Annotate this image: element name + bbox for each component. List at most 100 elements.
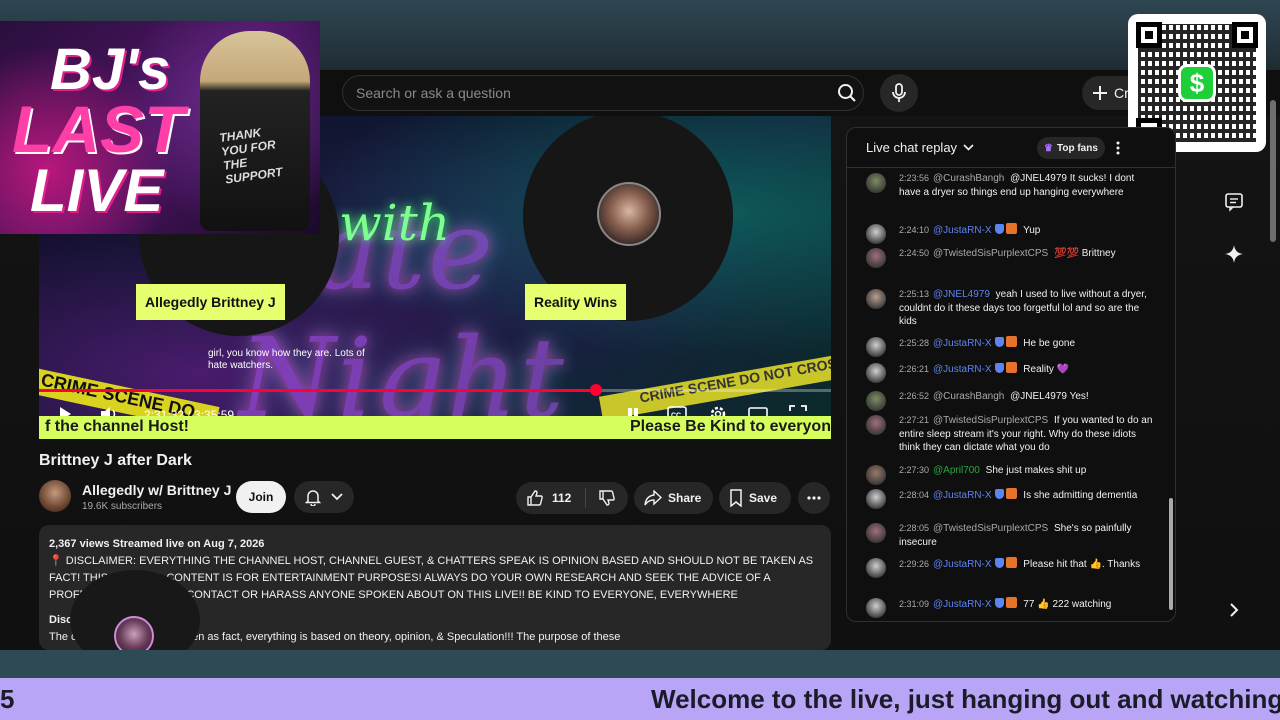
- moderator-badge-icon: [994, 363, 1004, 373]
- chat-author-avatar[interactable]: [866, 415, 886, 435]
- chat-scroll-thumb[interactable]: [1169, 498, 1173, 610]
- chat-author-name[interactable]: @TwistedSisPurplextCPS: [933, 415, 1048, 426]
- chat-timestamp: 2:26:21: [899, 364, 930, 374]
- chevron-right-icon: [1230, 603, 1239, 617]
- moderator-badge-icon: [994, 558, 1004, 568]
- chat-author-avatar[interactable]: [866, 465, 886, 485]
- video-ticker: f the channel Host! Please Be Kind to ev…: [39, 416, 831, 439]
- chat-message-body: 2:26:21 @JustaRN-X Reality 💜: [899, 362, 1157, 377]
- top-fans-button[interactable]: ♛ Top fans: [1037, 137, 1105, 159]
- create-label: Cr: [1114, 85, 1129, 101]
- chat-author-name[interactable]: @JustaRN-X: [933, 225, 992, 236]
- chat-author-name[interactable]: @JNEL4979: [933, 289, 990, 300]
- ticker-right-text: Please Be Kind to everyon: [630, 418, 831, 435]
- thumbs-down-icon: [599, 490, 615, 506]
- voice-search-button[interactable]: [880, 74, 918, 112]
- more-icon: [807, 496, 821, 500]
- overlay-title-line3: LIVE: [30, 157, 164, 224]
- subscribe-bell-button[interactable]: [294, 481, 354, 513]
- progress-fill: [39, 389, 596, 392]
- chat-message-text: Yup: [1020, 225, 1041, 236]
- chat-message-text: Reality 💜: [1020, 364, 1070, 375]
- bottom-ticker-fragment: 5: [0, 684, 15, 714]
- mic-icon: [892, 83, 906, 102]
- chat-more-icon[interactable]: [1116, 141, 1120, 155]
- like-button[interactable]: 112: [516, 488, 586, 508]
- like-count: 112: [552, 491, 572, 505]
- chat-author-avatar[interactable]: [866, 558, 886, 578]
- chat-mode-selector[interactable]: Live chat replay: [866, 140, 974, 155]
- chat-author-name[interactable]: @JustaRN-X: [933, 490, 992, 501]
- member-badge-icon: [1005, 557, 1017, 568]
- video-title: Brittney J after Dark: [39, 452, 192, 469]
- chat-message-text: Is she admitting dementia: [1020, 490, 1138, 501]
- search-button[interactable]: [830, 77, 864, 109]
- chat-author-name[interactable]: @JustaRN-X: [933, 338, 992, 349]
- sparkle-icon: [1225, 245, 1243, 263]
- chat-author-avatar[interactable]: [866, 391, 886, 411]
- view-stats: 2,367 views Streamed live on Aug 7, 2026: [49, 538, 265, 550]
- chat-toggle-button[interactable]: [1222, 190, 1246, 214]
- chat-author-name[interactable]: @TwistedSisPurplextCPS: [933, 523, 1048, 534]
- dollar-icon: $: [1178, 64, 1216, 102]
- chat-message-text: He be gone: [1020, 338, 1076, 349]
- chat-message-body: 2:24:10 @JustaRN-X Yup: [899, 223, 1157, 238]
- chat-timestamp: 2:27:30: [899, 465, 930, 475]
- save-button[interactable]: Save: [719, 482, 791, 514]
- channel-avatar[interactable]: [39, 480, 71, 512]
- chat-author-avatar[interactable]: [866, 289, 886, 309]
- chat-author-avatar[interactable]: [866, 337, 886, 357]
- chat-author-name[interactable]: @TwistedSisPurplextCPS: [933, 248, 1048, 259]
- chevron-down-icon: [331, 493, 343, 501]
- chat-timestamp: 2:24:50: [899, 248, 930, 258]
- host-name-tag: Allegedly Brittney J: [136, 284, 285, 320]
- more-actions-button[interactable]: [798, 482, 830, 514]
- chat-author-avatar[interactable]: [866, 173, 886, 193]
- pin-icon: 📍: [49, 555, 66, 567]
- crown-icon: ♛: [1044, 142, 1053, 154]
- join-button[interactable]: Join: [236, 481, 286, 513]
- chat-message-body: 2:24:50 @TwistedSisPurplextCPS 💯💯 Brittne…: [899, 247, 1157, 261]
- guest-name-tag: Reality Wins: [525, 284, 627, 320]
- chat-timestamp: 2:26:52: [899, 391, 930, 401]
- chat-message-body: 2:29:26 @JustaRN-X Please hit that 👍. Tha…: [899, 557, 1157, 572]
- progress-scrubber[interactable]: [589, 384, 602, 396]
- ask-ai-button[interactable]: [1222, 242, 1246, 266]
- chat-message-body: 2:25:13 @JNEL4979 yeah I used to live wit…: [899, 288, 1157, 329]
- chat-message-text: She just makes shit up: [982, 465, 1087, 476]
- chat-message-body: 2:23:56 @CurashBangh @JNEL4979 It sucks! …: [899, 172, 1157, 199]
- chat-message-text: @JNEL4979 Yes!: [1007, 391, 1089, 402]
- video-neon-with: with: [339, 194, 451, 252]
- overlay-title-line1: BJ's: [50, 37, 171, 102]
- share-label: Share: [668, 491, 702, 505]
- chat-author-avatar[interactable]: [866, 523, 886, 543]
- chat-message-body: 2:25:28 @JustaRN-X He be gone: [899, 336, 1157, 351]
- chat-author-avatar[interactable]: [866, 598, 886, 618]
- chat-author-name[interactable]: @CurashBangh: [933, 173, 1004, 184]
- chat-message-text: 💯💯 Brittney: [1051, 248, 1116, 259]
- member-badge-icon: [1005, 336, 1017, 347]
- dislike-button[interactable]: [586, 489, 628, 507]
- chat-author-avatar[interactable]: [866, 224, 886, 244]
- channel-name[interactable]: Allegedly w/ Brittney J: [82, 482, 231, 498]
- moderator-badge-icon: [994, 598, 1004, 608]
- chat-author-name[interactable]: @JustaRN-X: [933, 599, 992, 610]
- live-chat-panel: Live chat replay ♛ Top fans 2:23:56 @Cura…: [846, 127, 1176, 622]
- chat-author-name[interactable]: @CurashBangh: [933, 391, 1004, 402]
- search-input[interactable]: Search or ask a question: [342, 75, 864, 111]
- chat-author-avatar[interactable]: [866, 248, 886, 268]
- member-badge-icon: [1005, 223, 1017, 234]
- chat-author-name[interactable]: @JustaRN-X: [933, 559, 992, 570]
- bottom-ticker-text: Welcome to the live, just hanging out an…: [651, 684, 1280, 714]
- next-button[interactable]: [1222, 598, 1246, 622]
- share-button[interactable]: Share: [634, 482, 713, 514]
- chat-author-avatar[interactable]: [866, 363, 886, 383]
- chat-author-name[interactable]: @April700: [933, 465, 980, 476]
- chat-author-name[interactable]: @JustaRN-X: [933, 364, 992, 375]
- search-placeholder: Search or ask a question: [356, 85, 511, 101]
- chat-author-avatar[interactable]: [866, 489, 886, 509]
- chat-timestamp: 2:28:04: [899, 490, 930, 500]
- page-scrollbar-thumb[interactable]: [1270, 100, 1276, 242]
- moderator-badge-icon: [994, 489, 1004, 499]
- chat-timestamp: 2:24:10: [899, 225, 930, 235]
